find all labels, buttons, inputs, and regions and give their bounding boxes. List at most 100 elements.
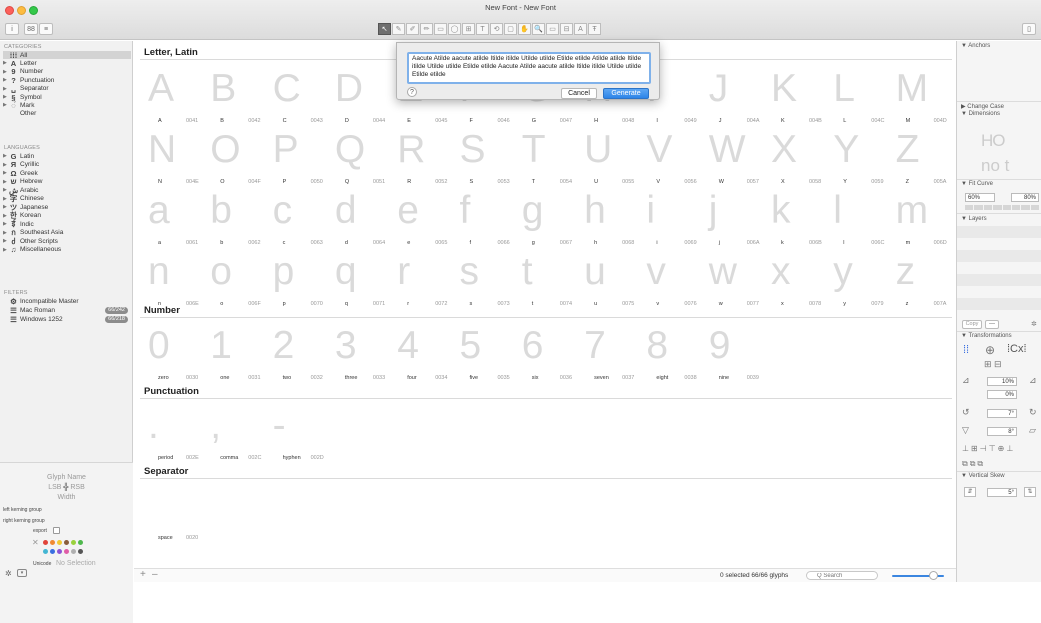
scale-up-icon[interactable]: ⊿ (1029, 375, 1037, 386)
vertical-skew-header[interactable]: ▼ Vertical Skew (961, 473, 1005, 479)
sidebar-item[interactable]: ▶ 字 Chinese (3, 194, 131, 203)
glyph-cell[interactable]: h h 0068 (584, 189, 646, 247)
glyph-cell[interactable]: j j 006A (709, 189, 771, 247)
rotate-ccw-icon[interactable]: ↺ (962, 407, 970, 418)
glyph-cell[interactable]: p p 0070 (273, 250, 335, 308)
align-buttons-icon[interactable]: ⊥⊞⊣⊤⊕⊥ (962, 444, 1015, 453)
color-label-swatch[interactable] (71, 540, 76, 545)
glyph-cell[interactable]: . period 002E (148, 404, 210, 462)
slant-field[interactable]: 8° (987, 427, 1017, 436)
scale-vertical-field[interactable]: 0% (987, 390, 1017, 399)
sidebar-item[interactable]: ▶ ش Arabic (3, 186, 131, 195)
glyph-cell[interactable]: z z 007A (896, 250, 956, 308)
no-color-icon[interactable]: ✕ (32, 538, 39, 547)
glyph-cell[interactable]: y y 0079 (833, 250, 895, 308)
glyph-cell[interactable]: 7 seven 0037 (584, 324, 646, 382)
glyph-cell[interactable]: O O 004F (210, 128, 272, 186)
sidebar-item[interactable]: ⁞⁞⁞ All (3, 51, 131, 60)
sidebar-toggle-button[interactable]: ▯ (1022, 23, 1036, 35)
generate-button[interactable]: Generate (603, 88, 649, 99)
help-button[interactable]: ? (407, 87, 417, 97)
sidebar-item[interactable]: ▶ Я Cyrillic (3, 160, 131, 169)
transformations-header[interactable]: ▼ Transformations (961, 333, 1012, 339)
glyph-cell[interactable]: Z Z 005A (896, 128, 956, 186)
color-label-swatch[interactable] (71, 549, 76, 554)
glyph-cell[interactable]: A A 0041 (148, 67, 210, 125)
gear-icon[interactable]: ✲ (5, 569, 12, 578)
glyph-cell[interactable]: , comma 002C (210, 404, 272, 462)
tool-button[interactable]: ✋ (518, 23, 531, 35)
glyph-cell[interactable]: 3 three 0033 (335, 324, 397, 382)
glyph-cell[interactable]: 5 five 0035 (460, 324, 522, 382)
glyph-cell[interactable]: C C 0043 (273, 67, 335, 125)
glyph-cell[interactable]: T T 0054 (522, 128, 584, 186)
glyph-cell[interactable]: M M 004D (896, 67, 956, 125)
sidebar-item[interactable]: ▶ 한 Korean (3, 211, 131, 220)
layer-options-gear-icon[interactable]: ✲ (1031, 320, 1037, 328)
glyph-cell[interactable]: i i 0069 (646, 189, 708, 247)
tool-button[interactable]: ⟲ (490, 23, 503, 35)
glyph-cell[interactable]: K K 004B (771, 67, 833, 125)
glyph-cell[interactable]: 2 two 0032 (273, 324, 335, 382)
glyph-cell[interactable]: s s 0073 (460, 250, 522, 308)
glyph-cell[interactable]: l l 006C (833, 189, 895, 247)
glyph-cell[interactable]: k k 006B (771, 189, 833, 247)
glyph-cell[interactable]: - hyphen 002D (273, 404, 335, 462)
sidebar-item[interactable]: ▶ G Latin (3, 152, 131, 161)
sidebar-item[interactable]: ▶ ई Indic (3, 219, 131, 228)
glyph-cell[interactable]: q q 0071 (335, 250, 397, 308)
glyph-cell[interactable]: U U 0055 (584, 128, 646, 186)
sidebar-item[interactable]: ▶ ก Southeast Asia (3, 228, 131, 237)
slant-icon[interactable]: ▽ (962, 425, 969, 436)
tool-button[interactable]: 🔍 (532, 23, 545, 35)
glyph-cell[interactable]: 0 zero 0030 (148, 324, 210, 382)
tool-button[interactable]: ⊞ (462, 23, 475, 35)
sidebar-item[interactable]: ☰ Windows 1252 66/218 (3, 315, 131, 324)
scale-field[interactable]: 10% (987, 377, 1017, 386)
color-label-swatch[interactable] (64, 549, 69, 554)
glyph-cell[interactable]: x x 0078 (771, 250, 833, 308)
align-origin-icon[interactable]: ⁞⁞ (963, 344, 969, 356)
grid-view-button[interactable]: 88 (24, 23, 38, 35)
sidebar-item[interactable]: ▶ ש Hebrew (3, 177, 131, 186)
glyph-cell[interactable]: e e 0065 (397, 189, 459, 247)
glyph-cell[interactable]: n n 006E (148, 250, 210, 308)
color-label-swatch[interactable] (57, 540, 62, 545)
color-label-swatch[interactable] (43, 540, 48, 545)
sidebar-item[interactable]: ▶ ␣ Separator (3, 84, 131, 93)
slant-right-icon[interactable]: ▱ (1029, 425, 1036, 436)
glyph-cell[interactable]: B B 0042 (210, 67, 272, 125)
glyph-cell[interactable]: 4 four 0034 (397, 324, 459, 382)
glyph-cell[interactable]: o o 006F (210, 250, 272, 308)
anchors-header[interactable]: ▼ Anchors (961, 43, 990, 49)
fit-curve-header[interactable]: ▼ Fit Curve (961, 181, 993, 187)
glyph-names-textarea[interactable]: Aacute Atilde aacute atilde Itilde itild… (407, 52, 651, 84)
add-glyph-button[interactable]: + (140, 569, 146, 580)
anchor-origin-icon[interactable]: ⁞Cx⁞ (1007, 343, 1027, 355)
center-origin-icon[interactable]: ⊕ (985, 343, 995, 357)
sidebar-item[interactable]: ▶? Punctuation (3, 76, 131, 85)
glyph-cell[interactable]: X X 0058 (771, 128, 833, 186)
sidebar-item[interactable]: ▶ § Symbol (3, 93, 131, 102)
sidebar-item[interactable]: ▶ ♫ Miscellaneous (3, 245, 131, 254)
tool-button[interactable]: ↖ (378, 23, 391, 35)
sidebar-item[interactable]: ▶ ძ Other Scripts (3, 237, 131, 246)
glyph-name-field[interactable]: Glyph Name (0, 474, 133, 481)
options-menu-icon[interactable]: ▾ (17, 569, 27, 577)
tool-button[interactable]: ◯ (448, 23, 461, 35)
skew-right-button[interactable]: ⇅ (1024, 487, 1036, 497)
sidebar-item[interactable]: ☰ Mac Roman 66/242 (3, 306, 131, 315)
vertical-skew-field[interactable]: 5° (987, 488, 1017, 497)
list-view-button[interactable]: ≡ (39, 23, 53, 35)
color-label-swatch[interactable] (57, 549, 62, 554)
cancel-button[interactable]: Cancel (561, 88, 597, 99)
glyph-cell[interactable]: g g 0067 (522, 189, 584, 247)
glyph-cell[interactable]: Y Y 0059 (833, 128, 895, 186)
glyph-cell[interactable]: t t 0074 (522, 250, 584, 308)
glyph-cell[interactable]: b b 0062 (210, 189, 272, 247)
color-label-swatch[interactable] (64, 540, 69, 545)
tool-button[interactable]: ▢ (504, 23, 517, 35)
remove-glyph-button[interactable]: – (152, 569, 158, 580)
color-label-swatch[interactable] (43, 549, 48, 554)
sidebar-item[interactable]: ▶ 9 Number (3, 67, 131, 76)
